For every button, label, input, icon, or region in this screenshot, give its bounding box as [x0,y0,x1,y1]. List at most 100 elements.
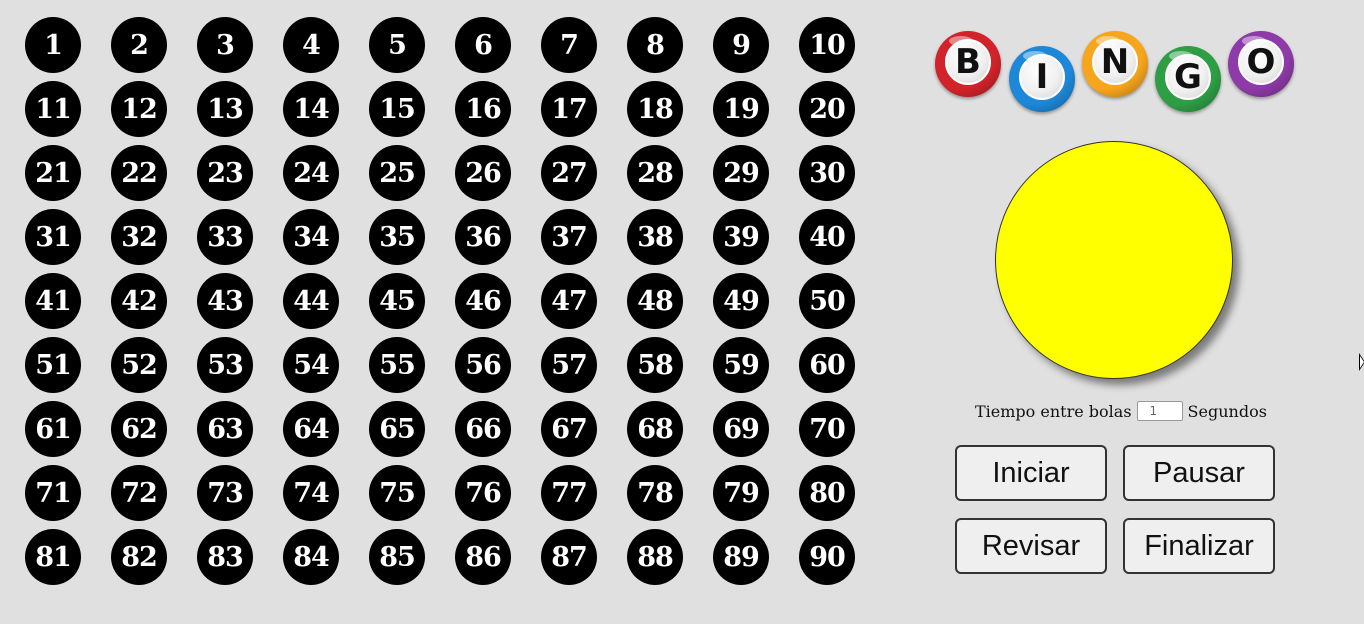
logo-ball-face: G [1165,54,1211,100]
logo-ball-shine [1023,51,1047,61]
number-ball-90: 90 [799,529,855,585]
number-ball-7: 7 [541,17,597,73]
number-ball-83: 83 [197,529,253,585]
number-ball-5: 5 [369,17,425,73]
number-ball-61: 61 [25,401,81,457]
number-ball-78: 78 [627,465,683,521]
mouse-cursor-icon [1359,353,1364,371]
number-ball-32: 32 [111,209,167,265]
number-ball-57: 57 [541,337,597,393]
number-ball-45: 45 [369,273,425,329]
number-ball-84: 84 [283,529,339,585]
number-ball-15: 15 [369,81,425,137]
number-ball-34: 34 [283,209,339,265]
number-ball-74: 74 [283,465,339,521]
number-ball-40: 40 [799,209,855,265]
number-ball-37: 37 [541,209,597,265]
start-button[interactable]: Iniciar [955,445,1107,501]
number-ball-69: 69 [713,401,769,457]
number-ball-67: 67 [541,401,597,457]
review-button[interactable]: Revisar [955,518,1107,574]
number-ball-2: 2 [111,17,167,73]
number-ball-28: 28 [627,145,683,201]
logo-ball-face: N [1092,39,1138,85]
current-ball-display [995,141,1233,379]
number-ball-59: 59 [713,337,769,393]
number-ball-81: 81 [25,529,81,585]
number-ball-12: 12 [111,81,167,137]
number-ball-55: 55 [369,337,425,393]
number-ball-13: 13 [197,81,253,137]
number-ball-4: 4 [283,17,339,73]
number-ball-8: 8 [627,17,683,73]
finish-button[interactable]: Finalizar [1123,518,1275,574]
number-ball-36: 36 [455,209,511,265]
number-ball-58: 58 [627,337,683,393]
logo-ball-n: N [1082,31,1148,97]
number-ball-48: 48 [627,273,683,329]
number-ball-71: 71 [25,465,81,521]
number-ball-49: 49 [713,273,769,329]
number-ball-26: 26 [455,145,511,201]
number-ball-47: 47 [541,273,597,329]
number-ball-66: 66 [455,401,511,457]
interval-input[interactable] [1136,401,1183,421]
number-ball-18: 18 [627,81,683,137]
number-ball-87: 87 [541,529,597,585]
logo-ball-face: B [945,39,991,85]
number-ball-10: 10 [799,17,855,73]
number-ball-86: 86 [455,529,511,585]
number-ball-70: 70 [799,401,855,457]
number-ball-51: 51 [25,337,81,393]
logo-letter: O [1246,42,1276,82]
number-ball-24: 24 [283,145,339,201]
number-ball-20: 20 [799,81,855,137]
number-ball-79: 79 [713,465,769,521]
pause-button[interactable]: Pausar [1123,445,1275,501]
logo-ball-b: B [935,31,1001,97]
number-ball-54: 54 [283,337,339,393]
number-ball-46: 46 [455,273,511,329]
timer-row: Tiempo entre bolas Segundos [975,399,1267,423]
number-ball-76: 76 [455,465,511,521]
number-ball-21: 21 [25,145,81,201]
logo-letter: I [1035,57,1049,97]
number-ball-29: 29 [713,145,769,201]
logo-ball-o: O [1228,31,1294,97]
logo-ball-shine [1242,36,1266,46]
number-ball-16: 16 [455,81,511,137]
logo-letter: G [1174,57,1202,97]
number-ball-9: 9 [713,17,769,73]
number-board: 1 2 3 4 5 6 7 8 9 10 11 12 13 14 15 16 17 18 19 20 21 22 23 24 2… [25,17,865,585]
logo-ball-face: I [1019,54,1065,100]
number-ball-60: 60 [799,337,855,393]
number-ball-50: 50 [799,273,855,329]
timer-unit: Segundos [1187,401,1267,421]
logo-ball-i: I [1009,46,1075,112]
logo-ball-face: O [1238,39,1284,85]
number-ball-89: 89 [713,529,769,585]
bingo-logo: B I NG O [932,28,1302,118]
number-ball-63: 63 [197,401,253,457]
number-ball-3: 3 [197,17,253,73]
number-ball-62: 62 [111,401,167,457]
number-ball-82: 82 [111,529,167,585]
number-ball-44: 44 [283,273,339,329]
number-ball-35: 35 [369,209,425,265]
number-ball-22: 22 [111,145,167,201]
number-ball-75: 75 [369,465,425,521]
number-ball-11: 11 [25,81,81,137]
number-ball-39: 39 [713,209,769,265]
number-ball-73: 73 [197,465,253,521]
number-ball-85: 85 [369,529,425,585]
number-ball-23: 23 [197,145,253,201]
number-ball-1: 1 [25,17,81,73]
number-ball-14: 14 [283,81,339,137]
number-ball-41: 41 [25,273,81,329]
number-ball-88: 88 [627,529,683,585]
number-ball-80: 80 [799,465,855,521]
number-ball-42: 42 [111,273,167,329]
number-ball-17: 17 [541,81,597,137]
number-ball-30: 30 [799,145,855,201]
number-ball-52: 52 [111,337,167,393]
